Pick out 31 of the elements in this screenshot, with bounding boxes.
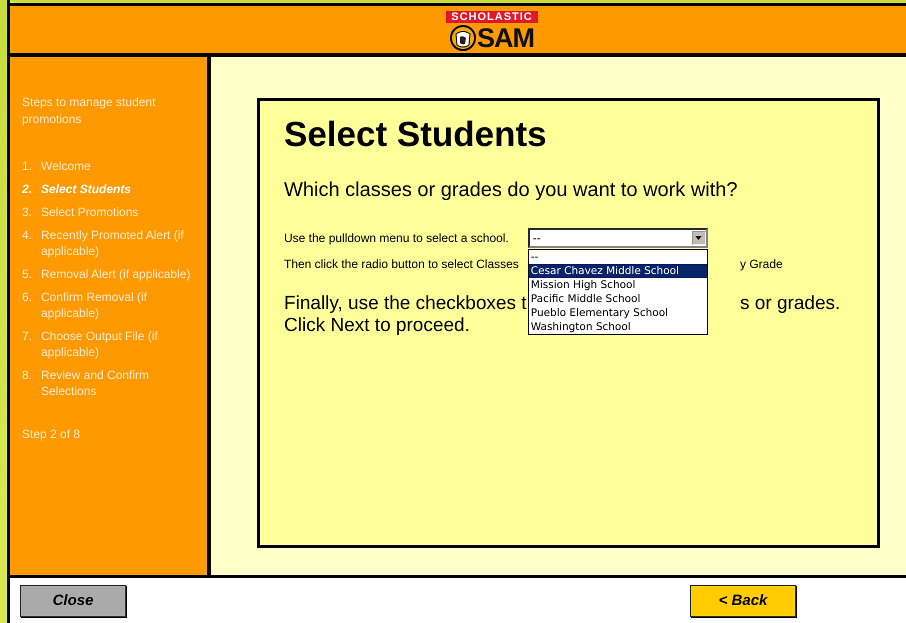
page-title: Select Students [284, 115, 548, 155]
question-text: Which classes or grades do you want to work with? [284, 179, 739, 202]
instruction-text: s or grades. [739, 293, 840, 315]
dropdown-option[interactable]: -- [528, 250, 707, 264]
back-button[interactable]: < Back [690, 584, 796, 616]
instruction-text: y Grade [739, 257, 783, 271]
instruction-text: Use the pulldown menu to select a school. [284, 231, 509, 245]
product-logo: SAM [477, 24, 534, 52]
step-item: 8. Review and Confirm Selections [22, 367, 150, 399]
step-item: 3. Select Promotions [22, 204, 140, 220]
close-button[interactable]: Close [20, 584, 126, 616]
step-item: 5. Removal Alert (if applicable) [22, 266, 192, 282]
instruction-text: Finally, use the checkboxes t [284, 293, 527, 315]
dropdown-option[interactable]: Washington School [528, 320, 707, 334]
dropdown-option[interactable]: Mission High School [528, 278, 707, 292]
sidebar-heading: Steps to manage student promotions [22, 94, 156, 128]
caret-icon [695, 236, 702, 240]
step-item: 2. Select Students [22, 181, 132, 197]
step-item: 6. Confirm Removal (if applicable) [22, 289, 148, 321]
step-item: 4. Recently Promoted Alert (if applicable) [22, 227, 185, 259]
emblem-icon [450, 25, 476, 51]
dropdown-option[interactable]: Pacific Middle School [528, 292, 707, 306]
instruction-text: Click Next to proceed. [284, 315, 470, 336]
step-item: 7. Choose Output File (if applicable) [22, 328, 159, 360]
dropdown-option[interactable]: Cesar Chavez Middle School [528, 264, 707, 278]
dropdown-option[interactable]: Pueblo Elementary School [528, 306, 707, 320]
school-dropdown[interactable]: -- [528, 228, 708, 248]
brand-logo: SCHOLASTIC [446, 11, 538, 23]
step-counter: Step 2 of 8 [22, 427, 82, 441]
step-item: 1. Welcome [22, 158, 92, 174]
instruction-text: Then click the radio button to select Classes [284, 257, 519, 271]
